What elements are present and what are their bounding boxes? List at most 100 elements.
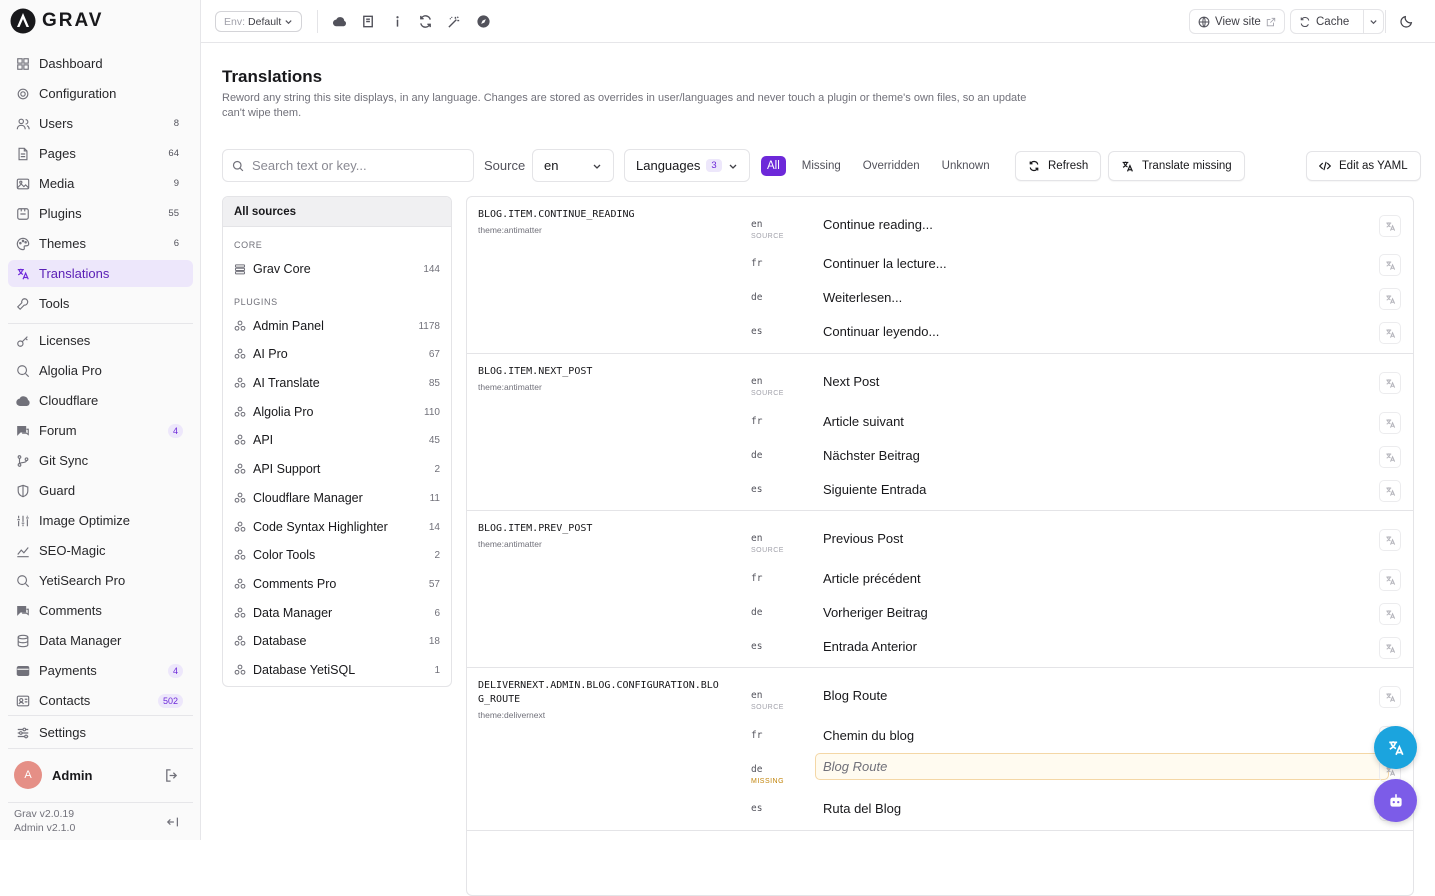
cloud-icon[interactable]: [332, 14, 347, 29]
sidebar-item-cloudflare[interactable]: Cloudflare: [8, 387, 193, 414]
view-site-button[interactable]: View site: [1189, 9, 1285, 34]
sidebar-item-plugins[interactable]: Plugins55: [8, 200, 193, 227]
sidebar-item-seo-magic[interactable]: SEO-Magic: [8, 537, 193, 564]
translation-input[interactable]: Blog Route: [815, 753, 1389, 780]
translate-fab[interactable]: [1374, 726, 1417, 769]
translate-row-button[interactable]: [1379, 480, 1401, 502]
translation-value[interactable]: Next Post: [823, 374, 879, 389]
translate-row-button[interactable]: [1379, 446, 1401, 468]
moon-icon[interactable]: [1400, 14, 1414, 28]
assistant-bot-fab[interactable]: [1374, 779, 1417, 822]
languages-select[interactable]: Languages3: [624, 149, 750, 182]
translate-row-button[interactable]: [1379, 412, 1401, 434]
translation-value[interactable]: Continue reading...: [823, 217, 933, 232]
translation-value[interactable]: Weiterlesen...: [823, 290, 902, 305]
info-icon[interactable]: [390, 14, 405, 29]
source-select[interactable]: en: [532, 149, 614, 182]
cache-dropdown[interactable]: [1363, 10, 1383, 33]
sidebar-item-payments[interactable]: Payments4: [8, 657, 193, 684]
env-selector[interactable]: Env: Default: [215, 11, 302, 32]
translate-row-button[interactable]: [1379, 372, 1401, 394]
source-item-cloudflare-manager[interactable]: Cloudflare Manager11: [234, 488, 440, 508]
translation-value[interactable]: Article précédent: [823, 571, 921, 586]
translation-value[interactable]: Blog Route: [823, 688, 887, 703]
collapse-sidebar-icon[interactable]: [166, 815, 180, 829]
sidebar-item-git-sync[interactable]: Git Sync: [8, 447, 193, 474]
source-item-ai-translate[interactable]: AI Translate85: [234, 373, 440, 393]
filter-unknown[interactable]: Unknown: [936, 156, 996, 176]
clear-cache-icon: [1299, 16, 1311, 28]
filter-all[interactable]: All: [761, 156, 786, 176]
sidebar-item-licenses[interactable]: Licenses: [8, 327, 193, 354]
grav-logo[interactable]: GRAV: [10, 8, 103, 34]
sidebar-item-guard[interactable]: Guard: [8, 477, 193, 504]
refresh-button[interactable]: Refresh: [1015, 151, 1101, 181]
source-item-grav-core[interactable]: Grav Core144: [234, 259, 440, 279]
refresh-label: Refresh: [1048, 160, 1088, 172]
translation-value[interactable]: Previous Post: [823, 531, 903, 546]
translation-value[interactable]: Ruta del Blog: [823, 801, 901, 816]
logout-icon[interactable]: [164, 768, 179, 783]
translation-value[interactable]: Continuar leyendo...: [823, 324, 939, 339]
source-item-api[interactable]: API45: [234, 430, 440, 450]
cache-button[interactable]: Cache: [1290, 9, 1384, 34]
source-item-admin-panel[interactable]: Admin Panel1178: [234, 316, 440, 336]
translation-value[interactable]: Continuer la lecture...: [823, 256, 947, 271]
sidebar-item-yetisearch-pro[interactable]: YetiSearch Pro: [8, 567, 193, 594]
translation-value[interactable]: Entrada Anterior: [823, 639, 917, 654]
sidebar-item-algolia-pro[interactable]: Algolia Pro: [8, 357, 193, 384]
env-value: Default: [248, 16, 281, 28]
sidebar-item-users[interactable]: Users8: [8, 110, 193, 137]
translation-value[interactable]: Nächster Beitrag: [823, 448, 920, 463]
source-item-color-tools[interactable]: Color Tools2: [234, 545, 440, 565]
sidebar-item-pages[interactable]: Pages64: [8, 140, 193, 167]
translation-value[interactable]: Siguiente Entrada: [823, 482, 926, 497]
translation-value[interactable]: Chemin du blog: [823, 728, 914, 743]
translate-row-button[interactable]: [1379, 569, 1401, 591]
source-item-database[interactable]: Database18: [234, 631, 440, 651]
sidebar-item-translations[interactable]: Translations: [8, 260, 193, 287]
filter-missing[interactable]: Missing: [796, 156, 847, 176]
sidebar-item-tools[interactable]: Tools: [8, 290, 193, 317]
sidebar-item-data-manager[interactable]: Data Manager: [8, 627, 193, 654]
sidebar-item-comments[interactable]: Comments: [8, 597, 193, 624]
magic-wand-icon[interactable]: [447, 14, 462, 29]
source-item-api-support[interactable]: API Support2: [234, 459, 440, 479]
sidebar-item-forum[interactable]: Forum4: [8, 417, 193, 444]
sidebar-item-media[interactable]: Media9: [8, 170, 193, 197]
translate-row-button[interactable]: [1379, 288, 1401, 310]
source-item-data-manager[interactable]: Data Manager6: [234, 603, 440, 623]
sidebar-item-settings[interactable]: Settings: [8, 719, 193, 746]
search-input[interactable]: [252, 158, 452, 173]
edit-yaml-button[interactable]: Edit as YAML: [1306, 151, 1421, 181]
translation-value[interactable]: Vorheriger Beitrag: [823, 605, 928, 620]
translate-row-button[interactable]: [1379, 322, 1401, 344]
source-item-database-yetisql[interactable]: Database YetiSQL1: [234, 660, 440, 680]
sidebar-item-contacts[interactable]: Contacts502: [8, 687, 193, 714]
translate-missing-button[interactable]: Translate missing: [1108, 151, 1245, 181]
translate-row-button[interactable]: [1379, 686, 1401, 708]
translate-row-button[interactable]: [1379, 637, 1401, 659]
sidebar-item-label: Pages: [39, 146, 76, 161]
filter-overridden[interactable]: Overridden: [857, 156, 926, 176]
translate-row-button[interactable]: [1379, 603, 1401, 625]
user-menu[interactable]: A Admin: [14, 761, 189, 789]
translation-row: esSiguiente Entrada: [751, 480, 1401, 506]
search-box[interactable]: [222, 149, 474, 182]
translation-value[interactable]: Article suivant: [823, 414, 904, 429]
sidebar-item-themes[interactable]: Themes6: [8, 230, 193, 257]
translate-row-button[interactable]: [1379, 254, 1401, 276]
book-icon[interactable]: [361, 14, 376, 29]
source-item-ai-pro[interactable]: AI Pro67: [234, 344, 440, 364]
sidebar-item-image-optimize[interactable]: Image Optimize: [8, 507, 193, 534]
refresh-icon[interactable]: [418, 14, 433, 29]
all-sources-item[interactable]: All sources: [223, 197, 451, 227]
compass-icon[interactable]: [476, 14, 491, 29]
translate-row-button[interactable]: [1379, 529, 1401, 551]
sidebar-item-configuration[interactable]: Configuration: [8, 80, 193, 107]
translate-row-button[interactable]: [1379, 215, 1401, 237]
source-item-comments-pro[interactable]: Comments Pro57: [234, 574, 440, 594]
source-item-code-syntax-highlighter[interactable]: Code Syntax Highlighter14: [234, 517, 440, 537]
source-item-algolia-pro[interactable]: Algolia Pro110: [234, 402, 440, 422]
sidebar-item-dashboard[interactable]: Dashboard: [8, 50, 193, 77]
